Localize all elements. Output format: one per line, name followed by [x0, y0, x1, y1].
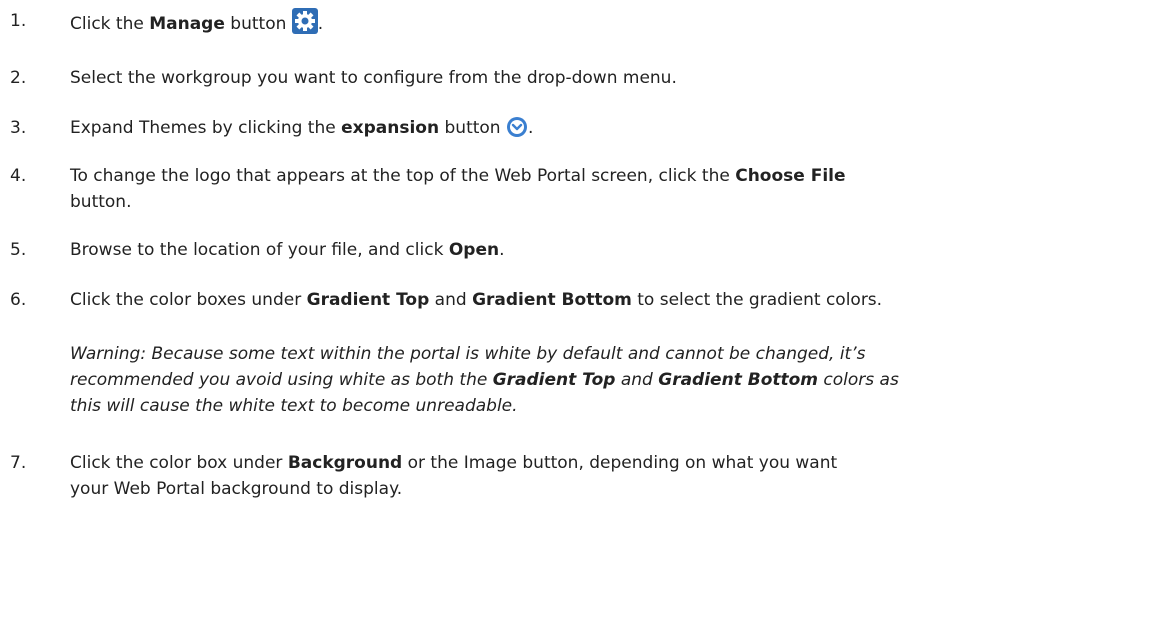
gear-icon	[291, 8, 318, 42]
step-number: 7.	[10, 453, 27, 473]
step-text-pre: Click the color boxes under	[70, 290, 307, 310]
step-number: 4.	[10, 166, 27, 186]
step-text: Click the color box under Background or …	[70, 450, 1170, 502]
step-text-line2: button.	[70, 192, 132, 212]
step-number: 5.	[10, 240, 27, 260]
step-text-line2: your Web Portal background to display.	[70, 479, 403, 499]
step-text-pre: Click the color box under	[70, 453, 288, 473]
step-number: 3.	[10, 118, 27, 138]
warning-gradient-top: Gradient Top	[492, 370, 616, 390]
step-text-post: button	[439, 118, 501, 138]
gradient-bottom-label: Gradient Bottom	[472, 290, 632, 310]
background-label: Background	[287, 453, 403, 473]
warning-mid: and	[615, 370, 659, 390]
step-text-post: button	[224, 14, 287, 34]
step-text: Click the Manage button .	[70, 8, 1170, 42]
step-text-pre: Click the	[70, 14, 150, 34]
warning-gradient-bottom: Gradient Bottom	[658, 370, 819, 390]
warning-post: colors as	[818, 370, 899, 390]
step-text: To change the logo that appears at the t…	[70, 163, 1170, 215]
step-text-pre: Browse to the location of your file, and…	[70, 240, 449, 260]
choose-file-label: Choose File	[735, 166, 846, 186]
warning-note: Warning: Because some text within the po…	[70, 341, 1165, 419]
step-text-post: or the Image button, depending on what y…	[402, 453, 838, 473]
step-number: 1.	[10, 11, 27, 31]
step-text-post: to select the gradient colors.	[631, 290, 883, 310]
warning-line2: recommended you avoid using white as bot…	[70, 370, 493, 390]
step-number: 2.	[10, 68, 27, 88]
step-text-pre: Expand Themes by clicking the	[70, 118, 342, 138]
chevron-down-circle-icon	[506, 116, 528, 146]
warning-line3: this will cause the white text to become…	[70, 396, 518, 416]
warning-line1: Warning: Because some text within the po…	[70, 344, 866, 364]
step-text: Click the color boxes under Gradient Top…	[70, 287, 1170, 313]
step-text: Select the workgroup you want to configu…	[70, 68, 677, 88]
step-text-end: .	[527, 118, 534, 138]
step-text-end: .	[499, 240, 505, 260]
gradient-top-label: Gradient Top	[306, 290, 430, 310]
step-text: Expand Themes by clicking the expansion …	[70, 115, 1170, 146]
expansion-label: expansion	[341, 118, 440, 138]
step-text-end: .	[317, 14, 324, 34]
open-label: Open	[448, 240, 500, 260]
step-text-pre: To change the logo that appears at the t…	[70, 166, 736, 186]
step-number: 6.	[10, 290, 27, 310]
step-text-mid: and	[429, 290, 473, 310]
step-text: Browse to the location of your file, and…	[70, 237, 1170, 263]
manage-label: Manage	[149, 14, 225, 34]
